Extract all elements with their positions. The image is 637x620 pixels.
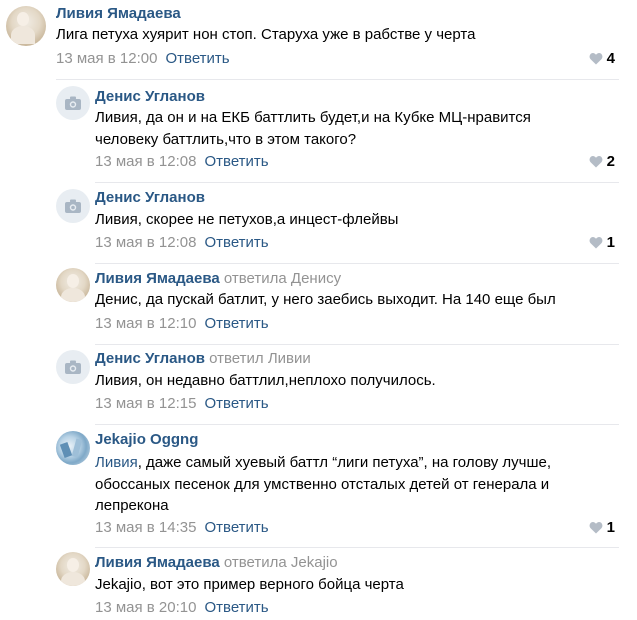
replied-to[interactable]: ответила Jekajio [224, 554, 338, 571]
heart-icon [589, 522, 603, 534]
avatar[interactable] [56, 268, 90, 302]
like-button[interactable]: 1 [589, 234, 615, 251]
avatar[interactable] [56, 431, 90, 465]
reply-button[interactable]: Ответить [204, 234, 268, 251]
like-count: 1 [606, 234, 615, 251]
comment-text: Ливия, да он и на ЕКБ баттлить будет,и н… [95, 109, 531, 126]
like-button[interactable]: 2 [589, 153, 615, 170]
heart-icon [589, 237, 603, 249]
comment-text: Ливия, даже самый хуевый баттл “лиги пет… [95, 452, 551, 474]
comment-meta: 13 мая в 12:08 Ответить [95, 234, 269, 251]
comment-meta: 13 мая в 12:10 Ответить [95, 315, 269, 332]
replied-to[interactable]: ответила Денису [224, 270, 341, 287]
comment-meta: 13 мая в 20:10 Ответить [95, 599, 269, 616]
like-button[interactable]: 1 [589, 519, 615, 536]
comment-date[interactable]: 13 мая в 14:35 [95, 519, 196, 536]
divider [95, 344, 619, 345]
comment-text-part: , даже самый хуевый баттл “лиги петуха”,… [137, 454, 552, 471]
comment-text: человеку баттлить,что в этом такого? [95, 131, 357, 148]
comment-date[interactable]: 13 мая в 20:10 [95, 599, 196, 616]
author-link[interactable]: Ливия Ямадаева [95, 554, 220, 571]
camera-icon [65, 96, 81, 110]
comment-text: Ливия, скорее не петухов,а инцест-флейвы [95, 211, 399, 228]
comment-meta: 13 мая в 12:08 Ответить [95, 153, 269, 170]
comment-date[interactable]: 13 мая в 12:08 [95, 153, 196, 170]
comment-date[interactable]: 13 мая в 12:10 [95, 315, 196, 332]
author-link[interactable]: Денис Угланов [95, 350, 205, 367]
comment-date[interactable]: 13 мая в 12:08 [95, 234, 196, 251]
like-count: 2 [606, 153, 615, 170]
reply-button[interactable]: Ответить [204, 395, 268, 412]
comment-text: Ливия, он недавно баттлил,неплохо получи… [95, 372, 436, 389]
avatar[interactable] [56, 552, 90, 586]
comment-author[interactable]: Ливия Ямадаева [56, 5, 181, 22]
author-link[interactable]: Ливия Ямадаева [95, 270, 220, 287]
avatar[interactable] [56, 189, 90, 223]
avatar[interactable] [56, 86, 90, 120]
comment-author[interactable]: Денис Угланов [95, 88, 205, 105]
mention-link[interactable]: Ливия [95, 454, 138, 471]
comment-author[interactable]: Денис Угланов [95, 189, 205, 206]
divider [95, 263, 619, 264]
comment-meta: 13 мая в 14:35 Ответить [95, 519, 269, 536]
reply-button[interactable]: Ответить [204, 599, 268, 616]
comment-author: Ливия Ямадаева ответила Денису [95, 270, 341, 287]
heart-icon [589, 53, 603, 65]
reply-button[interactable]: Ответить [204, 519, 268, 536]
avatar[interactable] [56, 350, 90, 384]
replied-to[interactable]: ответил Ливии [209, 350, 311, 367]
comment-text: лепрекона [95, 497, 169, 514]
comment-author: Денис Угланов ответил Ливии [95, 350, 311, 367]
camera-icon [65, 360, 81, 374]
reply-button[interactable]: Ответить [204, 153, 268, 170]
divider [95, 182, 619, 183]
like-count: 4 [606, 50, 615, 67]
camera-icon [65, 199, 81, 213]
comment-text: Денис, да пускай батлит, у него заебись … [95, 291, 556, 308]
divider [95, 547, 619, 548]
divider [95, 424, 619, 425]
avatar[interactable] [6, 6, 46, 46]
comment-author: Ливия Ямадаева ответила Jekajio [95, 554, 338, 571]
like-button[interactable]: 4 [589, 50, 615, 67]
comment-text: обоссаных песенок для умственно отсталых… [95, 476, 550, 493]
reply-button[interactable]: Ответить [204, 315, 268, 332]
comment-text: Jekajio, вот это пример верного бойца че… [95, 576, 404, 593]
comment-author[interactable]: Jekajio Oggng [95, 431, 198, 448]
heart-icon [589, 156, 603, 168]
comment-meta: 13 мая в 12:15 Ответить [95, 395, 269, 412]
like-count: 1 [606, 519, 615, 536]
comment-date[interactable]: 13 мая в 12:00 [56, 50, 157, 67]
comment-meta: 13 мая в 12:00 Ответить [56, 50, 230, 67]
reply-button[interactable]: Ответить [165, 50, 229, 67]
comment-text: Лига петуха хуярит нон стоп. Старуха уже… [56, 26, 476, 43]
divider [56, 79, 619, 80]
comment-date[interactable]: 13 мая в 12:15 [95, 395, 196, 412]
